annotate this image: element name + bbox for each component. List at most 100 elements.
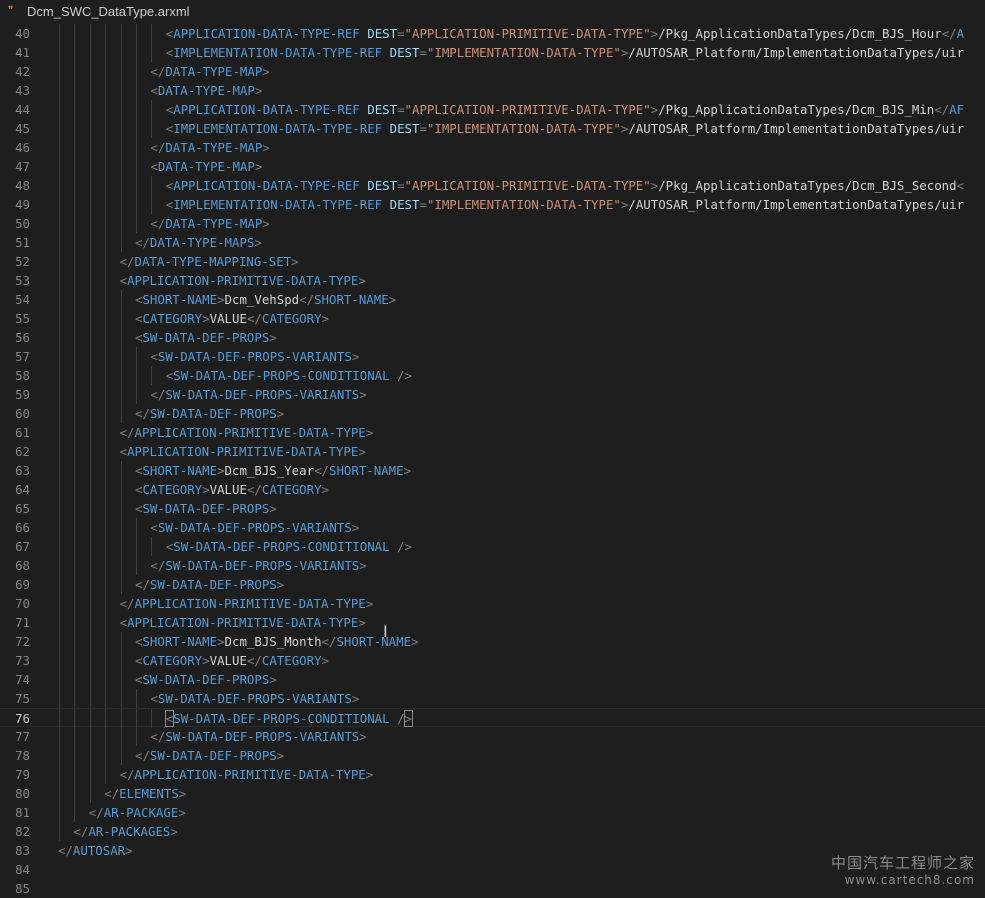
indent-guide: [89, 784, 91, 803]
code-line[interactable]: 53 <APPLICATION-PRIMITIVE-DATA-TYPE>: [0, 271, 985, 290]
code-line[interactable]: 41 <IMPLEMENTATION-DATA-TYPE-REF DEST="IM…: [0, 43, 985, 62]
indent-guide: [151, 195, 153, 214]
code-token: </: [135, 235, 150, 250]
indent-guide: [136, 24, 137, 43]
code-line[interactable]: 52 </DATA-TYPE-MAPPING-SET>: [0, 252, 985, 271]
code-token: >: [359, 558, 367, 573]
code-line[interactable]: 50 </DATA-TYPE-MAP>: [0, 214, 985, 233]
line-number: 45: [15, 121, 30, 136]
code-token: >: [351, 349, 360, 364]
code-line[interactable]: 43 <DATA-TYPE-MAP>: [0, 81, 985, 100]
code-line[interactable]: 75 <SW-DATA-DEF-PROPS-VARIANTS>: [0, 689, 985, 708]
indent-guide: [120, 670, 122, 689]
code-line[interactable]: 69 </SW-DATA-DEF-PROPS>: [0, 575, 985, 594]
code-line[interactable]: 44 <APPLICATION-DATA-TYPE-REF DEST="APPLI…: [0, 100, 985, 119]
code-line[interactable]: 56 <SW-DATA-DEF-PROPS>: [0, 328, 985, 347]
indent-guide: [74, 480, 76, 499]
code-line[interactable]: 65 <SW-DATA-DEF-PROPS>: [0, 499, 985, 518]
code-line[interactable]: 74 <SW-DATA-DEF-PROPS>: [0, 670, 985, 689]
indent-guide: [89, 651, 91, 670]
code-line[interactable]: 42 </DATA-TYPE-MAP>: [0, 62, 985, 81]
code-text: < APPLICATION-DATA-TYPE-REF DEST="APPLICA…: [166, 176, 964, 195]
code-line[interactable]: 68 </SW-DATA-DEF-PROPS-VARIANTS>: [0, 556, 985, 575]
indent-guide: [105, 271, 107, 290]
indent-guide: [59, 765, 60, 784]
indent-guide: [120, 632, 122, 651]
line-number: 70: [15, 596, 30, 611]
indent-guide: [105, 594, 107, 613]
line-number: 42: [15, 64, 30, 79]
code-text: <SW-DATA-DEF-PROPS-VARIANTS>: [150, 518, 359, 537]
code-line[interactable]: 55 <CATEGORY>VALUE</CATEGORY>: [0, 309, 985, 328]
code-token: >: [358, 615, 366, 630]
code-line[interactable]: 46 </DATA-TYPE-MAP>: [0, 138, 985, 157]
indent-guide: [151, 537, 153, 556]
code-text: <SHORT-NAME>Dcm_BJS_Year</SHORT-NAME>: [135, 461, 411, 480]
code-line[interactable]: 54 <SHORT-NAME>Dcm_VehSpd</SHORT-NAME>: [0, 290, 985, 309]
code-line[interactable]: 76 <SW-DATA-DEF-PROPS-CONDITIONAL />: [0, 708, 985, 728]
code-line[interactable]: 57 <SW-DATA-DEF-PROPS-VARIANTS>: [0, 347, 985, 366]
code-line[interactable]: 78 </SW-DATA-DEF-PROPS>: [0, 746, 985, 765]
code-token: >: [351, 691, 360, 706]
indent-guide: [120, 119, 122, 138]
indent-guide: [120, 404, 122, 423]
code-line[interactable]: 79 </APPLICATION-PRIMITIVE-DATA-TYPE>: [0, 765, 985, 784]
code-line[interactable]: 73 <CATEGORY>VALUE</CATEGORY>: [0, 651, 985, 670]
code-line[interactable]: 77 </SW-DATA-DEF-PROPS-VARIANTS>: [0, 727, 985, 746]
code-line[interactable]: 66 <SW-DATA-DEF-PROPS-VARIANTS>: [0, 518, 985, 537]
code-token: >: [321, 482, 330, 497]
indent-guide: [105, 81, 107, 100]
code-line[interactable]: 60 </SW-DATA-DEF-PROPS>: [0, 404, 985, 423]
code-line[interactable]: 81 </AR-PACKAGE>: [0, 803, 985, 822]
code-token: >: [365, 425, 374, 440]
code-token: >: [254, 83, 263, 98]
indent-guide: [89, 119, 91, 138]
code-line[interactable]: 45 <IMPLEMENTATION-DATA-TYPE-REF DEST="IM…: [0, 119, 985, 138]
code-token: "APPLICATION-PRIMITIVE-DATA-TYPE": [404, 178, 651, 193]
editor-tab[interactable]: ❞ Dcm_SWC_DataType.arxml: [0, 0, 985, 24]
code-line[interactable]: 70 </APPLICATION-PRIMITIVE-DATA-TYPE>: [0, 594, 985, 613]
indent-guide: [120, 214, 122, 233]
code-token: A: [956, 26, 965, 41]
code-token: =: [419, 121, 427, 136]
code-token: SW-DATA-DEF-PROPS-VARIANTS: [157, 520, 352, 535]
code-line[interactable]: 47 <DATA-TYPE-MAP>: [0, 157, 985, 176]
indent-guide: [59, 461, 60, 480]
code-line[interactable]: 63 <SHORT-NAME>Dcm_BJS_Year</SHORT-NAME>: [0, 461, 985, 480]
code-text: </AUTOSAR>: [58, 841, 133, 860]
indent-guide: [89, 138, 91, 157]
code-token: >: [351, 520, 360, 535]
code-line[interactable]: 62 <APPLICATION-PRIMITIVE-DATA-TYPE>: [0, 442, 985, 461]
indent-guide: [89, 709, 91, 728]
code-text: <CATEGORY>VALUE</CATEGORY>: [135, 480, 329, 499]
indent-guide: [89, 442, 91, 461]
code-token: </: [246, 311, 262, 326]
indent-guide: [89, 575, 91, 594]
code-line[interactable]: 59 </SW-DATA-DEF-PROPS-VARIANTS>: [0, 385, 985, 404]
code-token: SW-DATA-DEF-PROPS: [149, 748, 277, 763]
indent-guide: [74, 271, 76, 290]
code-line[interactable]: 64 <CATEGORY>VALUE</CATEGORY>: [0, 480, 985, 499]
code-line[interactable]: 58 <SW-DATA-DEF-PROPS-CONDITIONAL />: [0, 366, 985, 385]
indent-guide: [105, 195, 107, 214]
code-line[interactable]: 61 </APPLICATION-PRIMITIVE-DATA-TYPE>: [0, 423, 985, 442]
code-token: >: [403, 710, 414, 727]
code-line[interactable]: 82 </AR-PACKAGES>: [0, 822, 985, 841]
indent-guide: [105, 233, 107, 252]
indent-guide: [89, 43, 91, 62]
code-line[interactable]: 71 <APPLICATION-PRIMITIVE-DATA-TYPE>: [0, 613, 985, 632]
code-editor[interactable]: 40 <APPLICATION-DATA-TYPE-REF DEST="APPLI…: [0, 24, 985, 896]
code-line[interactable]: 51 </DATA-TYPE-MAPS>: [0, 233, 985, 252]
code-line[interactable]: 40 <APPLICATION-DATA-TYPE-REF DEST="APPLI…: [0, 24, 985, 43]
code-token: >: [178, 805, 186, 820]
code-line[interactable]: 48 < APPLICATION-DATA-TYPE-REF DEST="APPLI…: [0, 176, 985, 195]
line-number: 62: [15, 444, 30, 459]
code-line[interactable]: 72 <SHORT-NAME>Dcm_BJS_Month</SHORT-NAME>: [0, 632, 985, 651]
code-line[interactable]: 67 <SW-DATA-DEF-PROPS-CONDITIONAL />: [0, 537, 985, 556]
indent-guide: [59, 328, 60, 347]
indent-guide: [59, 594, 60, 613]
code-line[interactable]: 80 </ELEMENTS>: [0, 784, 985, 803]
code-text: </APPLICATION-PRIMITIVE-DATA-TYPE>: [120, 765, 374, 784]
code-line[interactable]: 49 <IMPLEMENTATION-DATA-TYPE-REF DEST="IM…: [0, 195, 985, 214]
indent-guide: [89, 271, 91, 290]
